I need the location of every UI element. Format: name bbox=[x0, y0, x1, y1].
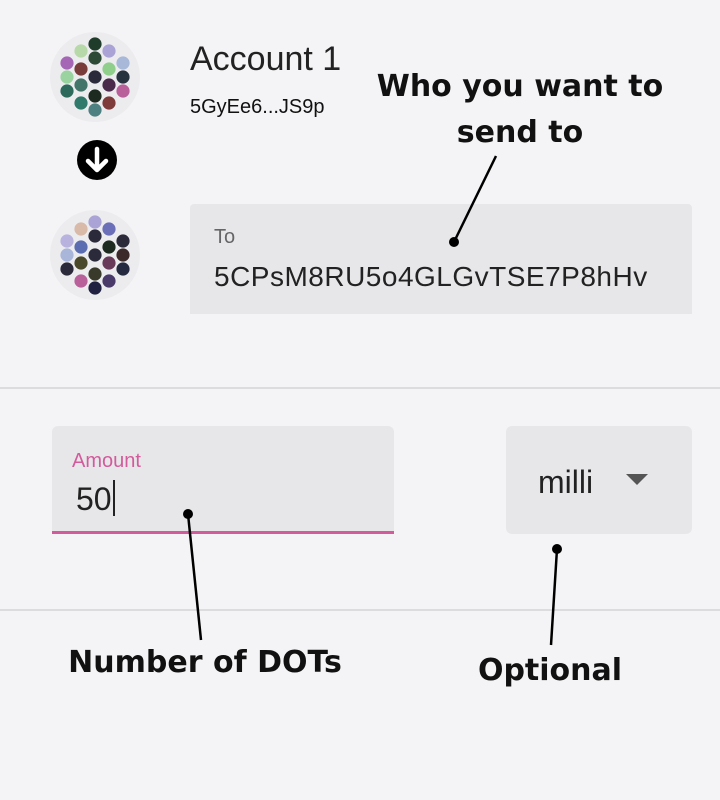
identicon-dot bbox=[102, 78, 116, 92]
recipient-address-field[interactable]: To 5CPsM8RU5o4GLGvTSE7P8hHv bbox=[190, 204, 692, 314]
amount-value: 50 bbox=[76, 481, 112, 517]
unit-selected-value: milli bbox=[538, 464, 594, 500]
identicon-dot bbox=[60, 70, 74, 84]
identicon-dot bbox=[88, 281, 102, 295]
identicon-dot bbox=[88, 103, 102, 117]
identicon-dot bbox=[88, 215, 102, 229]
annotation-amount: Number of DOTs bbox=[68, 645, 342, 680]
recipient-address-input[interactable]: 5CPsM8RU5o4GLGvTSE7P8hHv bbox=[214, 261, 648, 293]
identicon-dot bbox=[88, 267, 102, 281]
account-address: 5GyEe6...JS9p bbox=[190, 96, 325, 118]
from-account-identicon bbox=[50, 32, 140, 122]
identicon-dot bbox=[74, 96, 88, 110]
identicon-dot bbox=[102, 240, 116, 254]
identicon-dot bbox=[88, 229, 102, 243]
identicon-dot bbox=[74, 274, 88, 288]
identicon-dot bbox=[60, 84, 74, 98]
account-name: Account 1 bbox=[190, 40, 342, 78]
identicon-dot bbox=[102, 274, 116, 288]
text-caret bbox=[112, 480, 115, 516]
annotation-dot-unit bbox=[552, 544, 562, 554]
identicon-dot bbox=[74, 62, 88, 76]
identicon-dot bbox=[116, 234, 130, 248]
annotation-pointer-unit bbox=[549, 548, 559, 646]
identicon-dot bbox=[60, 56, 74, 70]
amount-input[interactable]: 50 bbox=[76, 480, 115, 518]
identicon-dot bbox=[74, 256, 88, 270]
identicon-dot bbox=[88, 248, 102, 262]
identicon-dot bbox=[74, 222, 88, 236]
identicon-dot bbox=[102, 62, 116, 76]
identicon-dot bbox=[116, 84, 130, 98]
identicon-dot bbox=[74, 44, 88, 58]
identicon-dot bbox=[88, 70, 102, 84]
identicon-dot bbox=[60, 262, 74, 276]
identicon-dot bbox=[102, 256, 116, 270]
section-divider bbox=[0, 609, 720, 611]
identicon-dot bbox=[116, 70, 130, 84]
identicon-dot bbox=[88, 51, 102, 65]
identicon-dot bbox=[88, 89, 102, 103]
unit-select[interactable]: milli bbox=[506, 426, 692, 534]
identicon-dot bbox=[60, 248, 74, 262]
identicon-dot bbox=[60, 234, 74, 248]
identicon-dot bbox=[116, 248, 130, 262]
dropdown-arrow-icon bbox=[626, 474, 648, 485]
identicon-dot bbox=[74, 240, 88, 254]
identicon-dot bbox=[116, 262, 130, 276]
amount-field[interactable]: Amount 50 bbox=[52, 426, 394, 534]
identicon-dot bbox=[88, 37, 102, 51]
annotation-unit: Optional bbox=[477, 653, 623, 688]
recipient-field-label: To bbox=[214, 226, 236, 248]
arrow-down-circle-icon bbox=[76, 139, 118, 181]
identicon-dot bbox=[102, 44, 116, 58]
identicon-dot bbox=[74, 78, 88, 92]
section-divider bbox=[0, 387, 720, 389]
amount-field-label: Amount bbox=[72, 450, 141, 472]
identicon-dot bbox=[102, 96, 116, 110]
identicon-dot bbox=[116, 56, 130, 70]
annotation-recipient: Who you want to send to bbox=[376, 69, 664, 150]
identicon-dot bbox=[102, 222, 116, 236]
to-account-identicon bbox=[50, 210, 140, 300]
